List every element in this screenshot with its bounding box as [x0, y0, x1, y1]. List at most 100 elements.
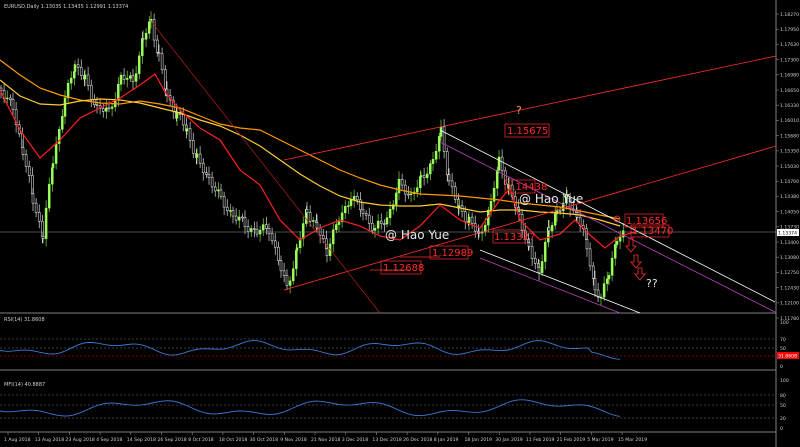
date-tick-label: 4 Sep 2018 — [96, 437, 122, 443]
candle-body — [605, 278, 609, 284]
price-label-13327[interactable]: 1.13327 — [492, 229, 535, 244]
rsi-tick-label: 50 — [780, 346, 786, 352]
date-tick-label: 14 Sep 2018 — [127, 437, 156, 443]
rsi-tick-label: 100 — [780, 320, 789, 326]
candle-body — [117, 84, 120, 100]
candle-body — [191, 140, 195, 154]
candle-body — [325, 248, 329, 256]
candlestick-series[interactable] — [0, 11, 625, 306]
candle-body — [141, 38, 145, 40]
price-tick-label: 1.12750 — [780, 270, 799, 276]
mfi-tick-label: 80 — [780, 393, 786, 399]
candle-body — [473, 223, 477, 232]
candle-body — [241, 216, 244, 219]
candle-body — [267, 228, 271, 234]
candle-body — [31, 193, 35, 204]
chart-canvas[interactable]: EURUSD,Daily 1.13035 1.13435 1.12991 1.1… — [0, 0, 800, 447]
question-mark-down: ?? — [646, 277, 658, 290]
candle-body — [337, 221, 341, 225]
price-label-text: 1.15675 — [507, 126, 548, 137]
candle-body — [434, 151, 438, 160]
candle-body — [110, 106, 114, 109]
candle-body — [160, 53, 164, 70]
candle-body — [21, 147, 25, 155]
candle-body — [335, 224, 338, 230]
candle-body — [489, 200, 493, 211]
candle-body — [388, 209, 392, 219]
price-label-13470[interactable]: 1.13470 — [630, 224, 673, 238]
candle-body — [403, 184, 407, 195]
trend-resistance-line[interactable] — [283, 55, 777, 161]
price-tick-label: 1.16010 — [780, 118, 799, 124]
price-tick-label: 1.16650 — [780, 88, 799, 94]
candle-body — [205, 172, 208, 175]
price-tick-label: 1.15030 — [780, 164, 799, 170]
candle-body — [95, 104, 99, 107]
rsi-label: RSI(14) 31.8608 — [4, 317, 45, 323]
candle-body — [279, 260, 283, 272]
candle-body — [63, 97, 67, 117]
candle-body — [453, 186, 457, 200]
candle-body — [234, 215, 238, 221]
candle-body — [593, 278, 597, 291]
candle-body — [253, 228, 256, 230]
candle-body — [470, 216, 474, 224]
candle-body — [301, 223, 305, 240]
candle-body — [229, 210, 232, 212]
candle-body — [497, 156, 501, 171]
candle-body — [147, 21, 151, 34]
candle-body — [291, 268, 295, 282]
price-tick-label: 1.16330 — [780, 103, 799, 109]
candle-body — [24, 154, 28, 167]
channel-lower-line[interactable] — [479, 249, 641, 314]
date-tick-label: 1 Aug 2018 — [4, 437, 31, 443]
candle-body — [409, 193, 413, 195]
channel-lower-mid-line[interactable] — [479, 257, 621, 314]
candle-body — [537, 266, 541, 274]
candle-body — [163, 69, 167, 90]
candle-body — [352, 196, 356, 200]
price-label-text: 1.12688 — [383, 263, 424, 274]
rsi-tick-label: 70 — [780, 337, 786, 343]
candle-body — [277, 246, 280, 261]
date-tick-label: 26 Sep 2018 — [158, 437, 187, 443]
price-label-text: 1.12989 — [432, 248, 473, 259]
price-tick-label: 1.15680 — [780, 133, 799, 139]
watermark-top: @ Hao Yue — [519, 192, 583, 206]
price-label-12989[interactable]: 1.12989 — [429, 245, 473, 260]
candle-body — [383, 223, 386, 225]
candle-body — [445, 151, 449, 176]
candle-body — [288, 280, 292, 286]
price-label-12688[interactable]: 1.12688 — [380, 260, 424, 275]
date-tick-label: 13 Dec 2018 — [372, 437, 401, 443]
date-tick-label: 15 Mar 2019 — [618, 437, 647, 443]
candle-body — [395, 192, 398, 205]
candle-body — [615, 240, 619, 245]
symbol-info-text: EURUSD,Daily 1.13035 1.13435 1.12991 1.1… — [4, 4, 128, 10]
price-tick-label: 1.14380 — [780, 194, 799, 200]
candle-body — [437, 136, 441, 152]
candle-body — [34, 202, 38, 213]
price-label-15675[interactable]: 1.15675 — [504, 123, 550, 138]
trend-support-line[interactable] — [283, 145, 777, 291]
diagonal-downtrend-line[interactable] — [149, 19, 381, 314]
price-tick-label: 1.12100 — [780, 301, 799, 307]
candle-body — [9, 97, 12, 100]
candle-body — [243, 217, 247, 227]
mfi-tick-label: 50 — [780, 403, 786, 409]
candle-body — [198, 153, 202, 164]
candle-body — [585, 239, 589, 250]
date-tick-label: 3 Dec 2018 — [342, 437, 369, 443]
date-axis[interactable]: 1 Aug 2018 13 Aug 2018 23 Aug 2018 4 Sep 20… — [4, 432, 647, 443]
candle-body — [621, 230, 625, 238]
date-tick-label: 18 Jan 2019 — [465, 437, 493, 443]
candle-body — [47, 183, 51, 209]
price-axis[interactable]: 1.18270 1.17950 1.17630 1.17300 1.16980 1.166… — [776, 12, 799, 322]
candle-body — [305, 209, 309, 213]
candle-body — [371, 222, 374, 231]
candle-body — [69, 77, 73, 84]
candle-body — [219, 189, 223, 197]
price-tick-label: 1.14050 — [780, 209, 799, 215]
candle-body — [207, 174, 211, 178]
candle-body — [295, 247, 299, 251]
